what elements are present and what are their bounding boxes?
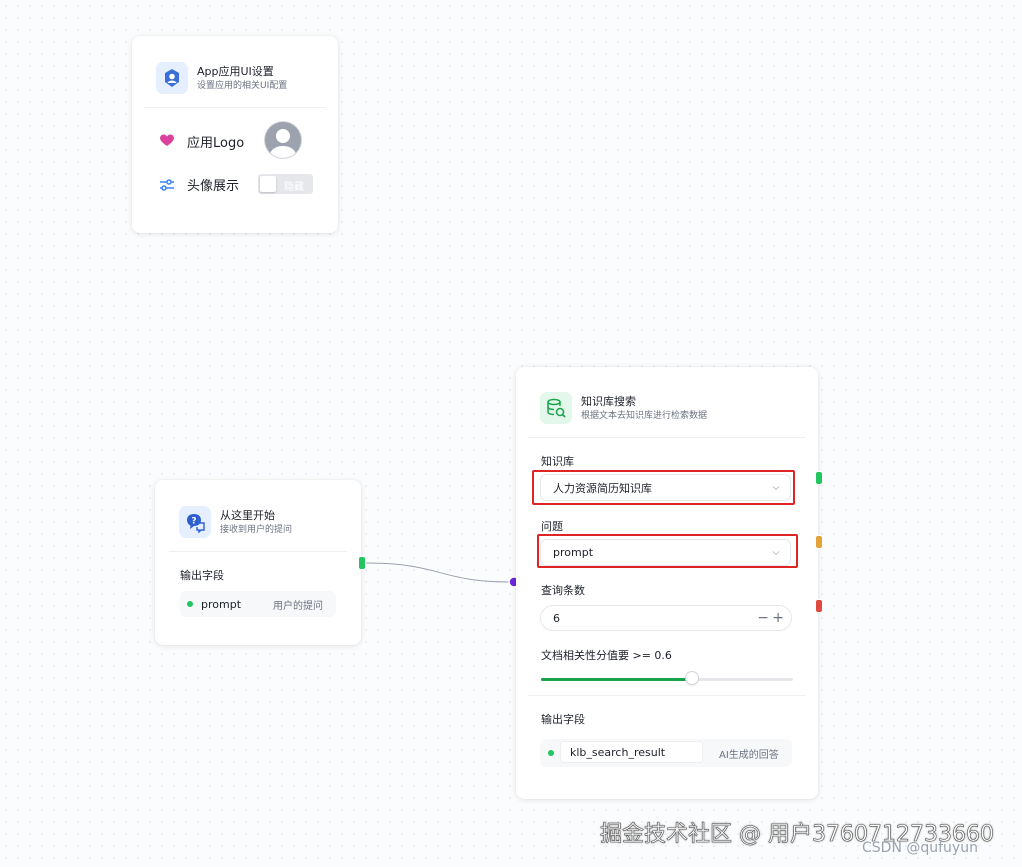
- output-field-row: prompt 用户的提问: [180, 591, 336, 617]
- output-field-name: klb_search_result: [560, 741, 703, 763]
- card-title: 从这里开始: [220, 508, 275, 522]
- field-name: prompt: [201, 597, 242, 611]
- database-search-icon: [540, 392, 572, 424]
- divider: [528, 695, 806, 696]
- count-stepper[interactable]: 6 − +: [540, 605, 792, 631]
- slider-thumb[interactable]: [686, 672, 698, 684]
- csdn-watermark: CSDN @qufuyun: [862, 840, 978, 856]
- highlight-box-kb: [532, 470, 795, 505]
- relevance-label: 文档相关性分值要 >= 0.6: [541, 649, 672, 662]
- count-label: 查询条数: [541, 584, 585, 597]
- start-output-handle[interactable]: [358, 556, 366, 570]
- kb-search-card[interactable]: 知识库搜索 根据文本去知识库进行检索数据 知识库 人力资源简历知识库 问题 pr…: [516, 367, 818, 799]
- toggle-text: 隐藏: [284, 182, 304, 193]
- card-title: 知识库搜索: [581, 394, 636, 408]
- heart-icon: [159, 132, 175, 151]
- divider: [144, 107, 326, 108]
- sliders-icon: [159, 177, 175, 196]
- avatar-display-label: 头像展示: [187, 179, 240, 194]
- output-field-description: AI生成的回答: [719, 749, 779, 761]
- field-description: 用户的提问: [273, 600, 323, 612]
- app-ui-settings-card[interactable]: App应用UI设置 设置应用的相关UI配置 应用Logo 头像展示 隐藏: [132, 36, 338, 233]
- output-fields-label: 输出字段: [180, 569, 224, 582]
- plus-icon[interactable]: +: [772, 610, 784, 626]
- question-chat-icon: ?: [179, 506, 211, 538]
- kb-knowledge-handle[interactable]: [815, 471, 823, 485]
- svg-text:?: ?: [191, 517, 196, 527]
- start-node-card[interactable]: ? 从这里开始 接收到用户的提问 输出字段 prompt 用户的提问: [155, 480, 361, 645]
- card-description: 设置应用的相关UI配置: [197, 80, 288, 91]
- card-description: 根据文本去知识库进行检索数据: [581, 410, 708, 421]
- kb-count-handle[interactable]: [815, 599, 823, 613]
- count-value: 6: [553, 611, 560, 625]
- avatar[interactable]: [265, 122, 301, 158]
- kb-label: 知识库: [541, 455, 574, 468]
- toggle-knob: [260, 176, 276, 192]
- output-field-row: klb_search_result AI生成的回答: [540, 739, 792, 767]
- relevance-slider[interactable]: [541, 672, 793, 686]
- card-description: 接收到用户的提问: [220, 524, 293, 535]
- logo-label: 应用Logo: [187, 136, 245, 151]
- slider-fill: [541, 678, 692, 681]
- card-title: App应用UI设置: [197, 64, 274, 78]
- app-settings-icon: [156, 62, 188, 94]
- question-label: 问题: [541, 520, 563, 533]
- minus-icon[interactable]: −: [757, 610, 769, 626]
- kb-question-handle[interactable]: [815, 535, 823, 549]
- divider: [528, 437, 806, 438]
- divider: [169, 551, 347, 552]
- status-dot: [187, 601, 193, 607]
- status-dot: [548, 750, 554, 756]
- highlight-box-question: [537, 534, 798, 568]
- avatar-display-toggle[interactable]: 隐藏: [258, 174, 313, 194]
- output-fields-label: 输出字段: [541, 713, 585, 726]
